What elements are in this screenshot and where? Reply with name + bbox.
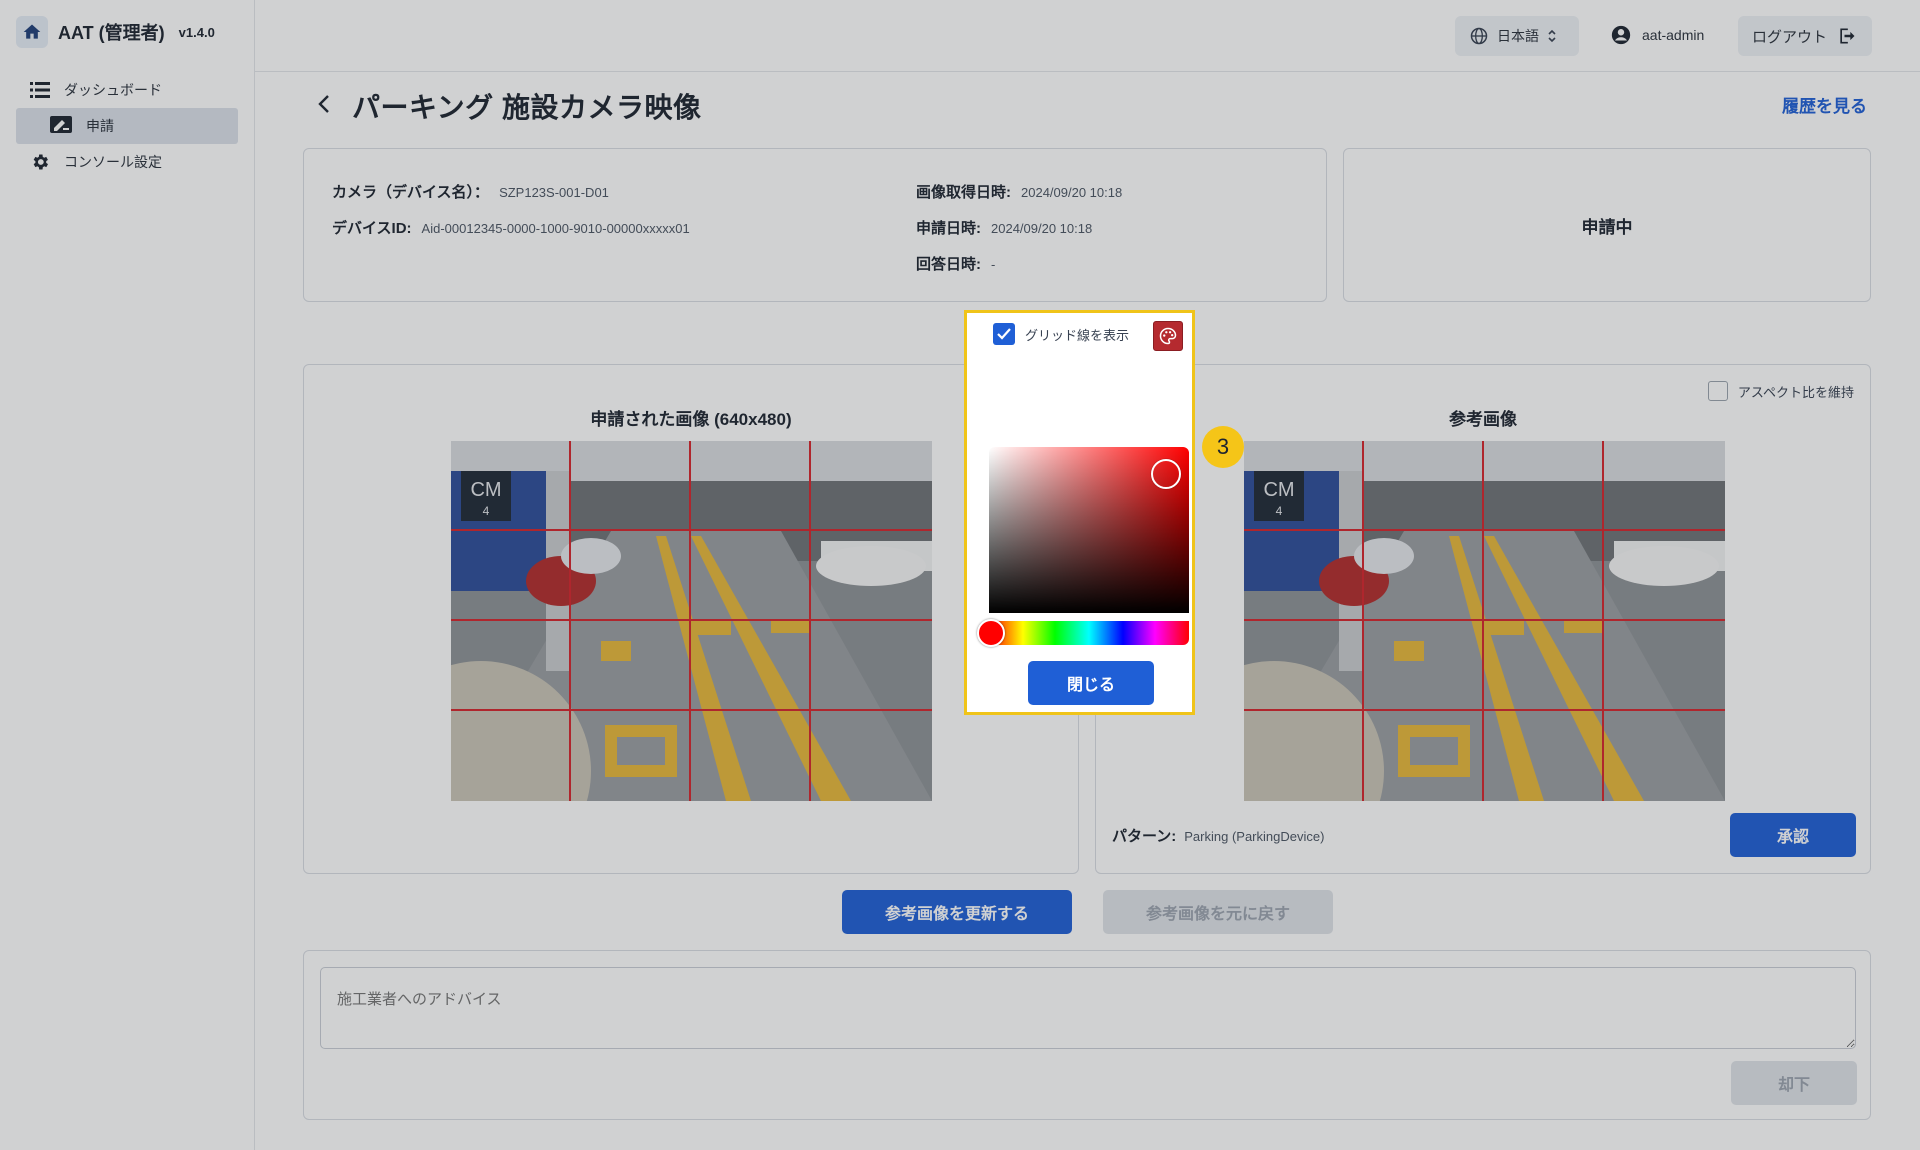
camera-value: SZP123S-001-D01 <box>499 185 609 200</box>
checkbox-unchecked[interactable] <box>1707 381 1728 401</box>
pillar-sign-text: CM <box>470 479 501 501</box>
camera-row: カメラ（デバイス名）： SZP123S-001-D01 <box>332 181 609 202</box>
image-time-row: 画像取得日時: 2024/09/20 10:18 <box>916 181 1122 202</box>
user-name: aat-admin <box>1642 27 1705 43</box>
answer-date-value: - <box>991 257 996 272</box>
app-title: AAT (管理者) <box>58 23 165 43</box>
advice-card: 却下 <box>303 950 1871 1120</box>
grid-line <box>1602 441 1604 801</box>
pattern-value: Parking (ParkingDevice) <box>1184 829 1325 844</box>
grid-line <box>809 441 811 801</box>
status-card: 申請中 <box>1343 148 1871 302</box>
sidebar-item-console-settings[interactable]: コンソール設定 <box>16 144 238 180</box>
pattern-row: パターン: Parking (ParkingDevice) <box>1112 825 1324 846</box>
sidebar-item-label: ダッシュボード <box>64 82 162 98</box>
reject-button[interactable]: 却下 <box>1731 1061 1857 1105</box>
language-value: 日本語 <box>1497 28 1539 44</box>
grid-line <box>451 709 932 711</box>
page-title: パーキング 施設カメラ映像 <box>352 92 702 123</box>
hue-slider[interactable] <box>977 619 1189 647</box>
status-badge: 申請中 <box>1581 217 1633 237</box>
list-icon <box>30 82 50 98</box>
grid-line <box>1362 441 1364 801</box>
gear-icon <box>33 154 48 170</box>
saturation-value-area[interactable] <box>989 447 1189 613</box>
device-id-value: Aid-00012345-0000-1000-9010-00000xxxxx01 <box>421 221 690 236</box>
back-button[interactable] <box>312 90 336 118</box>
pillar-sign-text: CM <box>1263 479 1294 501</box>
answer-date-row: 回答日時: - <box>916 253 995 274</box>
request-info-card: カメラ（デバイス名）： SZP123S-001-D01 デバイスID: Aid-… <box>303 148 1327 302</box>
image-time-value: 2024/09/20 10:18 <box>1021 185 1123 200</box>
submitted-image-title: 申請された画像 (640x480) <box>590 410 792 429</box>
sidebar-nav: ダッシュボード 申請 コンソール設定 <box>16 72 238 180</box>
home-icon[interactable] <box>16 16 48 48</box>
approve-button[interactable]: 承認 <box>1730 813 1856 857</box>
sidebar-item-label: コンソール設定 <box>64 154 162 170</box>
request-date-label: 申請日時: <box>916 220 981 237</box>
history-link[interactable]: 履歴を見る <box>1782 92 1867 117</box>
unfold-icon <box>1548 29 1556 43</box>
sidebar-item-requests[interactable]: 申請 <box>16 108 238 144</box>
pillar-sign-number: 4 <box>1276 504 1283 518</box>
device-id-label: デバイスID: <box>332 220 412 237</box>
submitted-image: CM 4 <box>451 441 932 801</box>
grid-color-button[interactable] <box>1153 321 1183 351</box>
device-id-row: デバイスID: Aid-00012345-0000-1000-9010-0000… <box>332 217 690 238</box>
sidebar: AAT (管理者) v1.4.0 ダッシュボード 申請 コンソール設定 <box>0 0 255 1150</box>
advice-textarea[interactable] <box>320 967 1856 1049</box>
logout-icon <box>1840 28 1855 44</box>
hue-slider-handle[interactable] <box>977 619 1005 647</box>
chevron-left-icon <box>318 95 329 113</box>
brand: AAT (管理者) v1.4.0 <box>16 16 215 48</box>
update-reference-button[interactable]: 参考画像を更新する <box>842 890 1072 934</box>
request-date-row: 申請日時: 2024/09/20 10:18 <box>916 217 1092 238</box>
logout-button[interactable]: ログアウト <box>1738 16 1872 56</box>
grid-color-picker-popup: グリッド線を表示 閉じる <box>964 310 1195 715</box>
submitted-image-card: 申請された画像 (640x480) CM 4 <box>303 364 1079 874</box>
grid-line <box>451 619 932 621</box>
logout-label: ログアウト <box>1752 28 1828 46</box>
reference-image-title: 参考画像 <box>1449 410 1517 429</box>
show-grid-label: グリッド線を表示 <box>1025 327 1130 343</box>
grid-line <box>1244 619 1725 621</box>
request-date-value: 2024/09/20 10:18 <box>991 221 1093 236</box>
globe-icon <box>1470 27 1488 45</box>
account-circle-icon <box>1611 25 1631 45</box>
step-number-badge: 3 <box>1202 426 1244 468</box>
sidebar-item-dashboard[interactable]: ダッシュボード <box>16 72 238 108</box>
show-grid-checkbox[interactable]: グリッド線を表示 <box>993 323 1129 345</box>
edit-note-icon <box>50 116 72 133</box>
app-version: v1.4.0 <box>178 24 215 40</box>
palette-icon <box>1159 327 1177 345</box>
camera-label: カメラ（デバイス名）： <box>332 184 490 201</box>
pattern-label: パターン: <box>1112 828 1177 845</box>
pillar-sign-number: 4 <box>483 504 490 518</box>
grid-line <box>1244 709 1725 711</box>
sidebar-item-label: 申請 <box>86 118 114 134</box>
keep-aspect-checkbox[interactable]: アスペクト比を維持 <box>1707 381 1854 401</box>
grid-line <box>1244 529 1725 531</box>
check-icon <box>997 328 1011 340</box>
language-select[interactable]: 日本語 <box>1455 16 1579 56</box>
close-picker-button[interactable]: 閉じる <box>1028 661 1154 705</box>
grid-line <box>569 441 571 801</box>
checkbox-checked[interactable] <box>993 323 1015 345</box>
restore-reference-button[interactable]: 参考画像を元に戻す <box>1103 890 1333 934</box>
keep-aspect-label: アスペクト比を維持 <box>1737 384 1854 400</box>
grid-line <box>689 441 691 801</box>
grid-line <box>1482 441 1484 801</box>
user-menu[interactable]: aat-admin <box>1610 24 1704 46</box>
answer-date-label: 回答日時: <box>916 256 981 273</box>
grid-line <box>451 529 932 531</box>
reference-image: CM 4 <box>1244 441 1725 801</box>
image-time-label: 画像取得日時: <box>916 184 1011 201</box>
saturation-value-handle[interactable] <box>1151 459 1181 489</box>
